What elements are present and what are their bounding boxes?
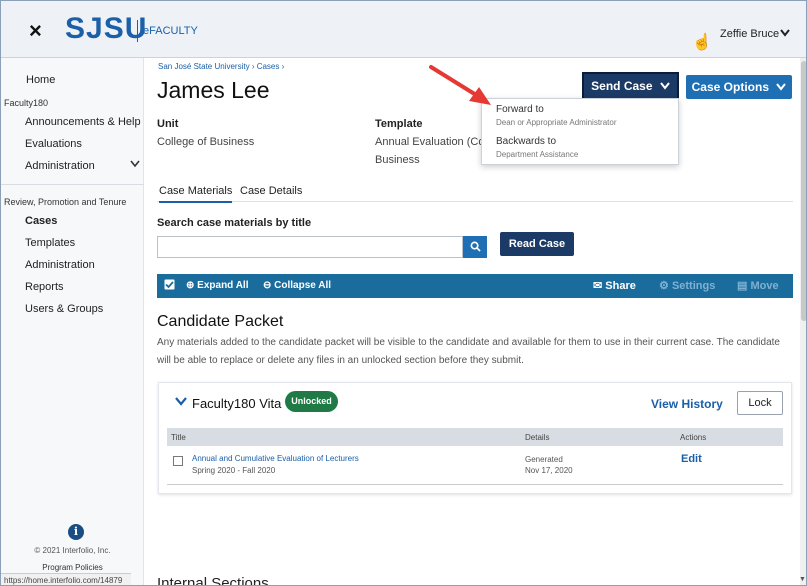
app-name: eFACULTY [143, 25, 198, 37]
scrollbar-thumb[interactable] [801, 61, 806, 321]
forward-subtitle: Dean or Appropriate Administrator [496, 118, 617, 127]
plus-circle-icon: ⊕ [186, 280, 195, 291]
sidebar-divider [1, 184, 144, 185]
row-subtitle: Spring 2020 - Fall 2020 [192, 466, 276, 475]
sidebar-item-home[interactable]: Home [26, 74, 55, 86]
search-icon [470, 241, 481, 252]
row-details-status: Generated [525, 455, 563, 464]
column-header-details: Details [525, 433, 550, 442]
send-case-button[interactable]: Send Case [582, 72, 679, 100]
backward-subtitle: Department Assistance [496, 150, 579, 159]
template-value-cont: Business [375, 154, 420, 166]
sidebar-item-templates[interactable]: Templates [25, 237, 75, 249]
search-input[interactable] [157, 236, 463, 258]
top-bar: × SJSU eFACULTY ☝ Zeffie Bruce [1, 1, 806, 58]
column-header-actions: Actions [680, 433, 707, 442]
candidate-packet-heading: Candidate Packet [157, 313, 284, 330]
column-header-title: Title [171, 433, 186, 442]
lock-button[interactable]: Lock [737, 391, 783, 415]
chevron-down-icon[interactable] [130, 159, 140, 171]
status-badge: Unlocked [285, 391, 338, 412]
page-title: James Lee [157, 77, 270, 103]
sidebar-item-administration[interactable]: Administration [25, 259, 95, 271]
collapse-all-label: Collapse All [274, 280, 332, 291]
select-all-checkbox[interactable] [164, 279, 175, 293]
case-options-label: Case Options [691, 80, 769, 94]
forward-title: Forward to [496, 104, 544, 115]
sidebar-item-faculty-administration[interactable]: Administration [25, 160, 95, 172]
send-case-dropdown: Forward to Dean or Appropriate Administr… [481, 98, 679, 165]
annotation-arrow-icon [429, 65, 491, 105]
expand-all-label: Expand All [197, 280, 249, 291]
settings-button[interactable]: ⚙ Settings [659, 279, 715, 292]
chevron-down-icon [776, 83, 787, 91]
search-label: Search case materials by title [157, 217, 312, 229]
sidebar-item-users-groups[interactable]: Users & Groups [25, 303, 103, 315]
view-history-link[interactable]: View History [651, 397, 723, 411]
logo-divider [137, 20, 138, 42]
sidebar-item-reports[interactable]: Reports [25, 281, 64, 293]
share-button[interactable]: ✉ Share [593, 279, 636, 292]
minus-circle-icon: ⊖ [263, 280, 272, 291]
chevron-down-icon[interactable] [780, 26, 790, 40]
gear-icon: ⚙ [659, 280, 669, 292]
case-options-button[interactable]: Case Options [686, 75, 792, 99]
sidebar-item-cases[interactable]: Cases [25, 215, 57, 227]
status-bar-url: https://home.interfolio.com/14879 [1, 573, 131, 585]
close-icon[interactable]: × [29, 18, 42, 44]
candidate-packet-description: Any materials added to the candidate pac… [157, 337, 780, 366]
sidebar-group-rpt: Review, Promotion and Tenure [4, 197, 127, 207]
internal-sections-heading: Internal Sections [157, 575, 269, 586]
row-edit-link[interactable]: Edit [681, 453, 702, 465]
scroll-down-icon[interactable]: ▼ [799, 576, 806, 583]
move-label: Move [750, 280, 779, 292]
read-case-button[interactable]: Read Case [500, 232, 574, 256]
hand-cursor-icon: ☝ [692, 34, 712, 51]
sidebar-item-announcements[interactable]: Announcements & Help [25, 116, 141, 128]
chevron-down-icon [660, 82, 670, 90]
row-divider [167, 484, 783, 485]
move-icon: ▤ [737, 280, 748, 292]
app-window: × SJSU eFACULTY ☝ Zeffie Bruce Home Facu… [0, 0, 807, 586]
sidebar-group-faculty180: Faculty180 [4, 98, 49, 108]
program-policies-link[interactable]: Program Policies [1, 563, 144, 572]
copyright-text: © 2021 Interfolio, Inc. [34, 546, 111, 555]
chevron-down-icon[interactable] [175, 393, 187, 409]
user-menu[interactable]: Zeffie Bruce [720, 28, 779, 40]
settings-label: Settings [671, 280, 716, 292]
row-details-date: Nov 17, 2020 [525, 466, 573, 475]
search-button[interactable] [463, 236, 487, 258]
row-title-link[interactable]: Annual and Cumulative Evaluation of Lect… [192, 454, 359, 463]
row-details: Generated Nov 17, 2020 [525, 454, 573, 476]
move-button[interactable]: ▤ Move [737, 279, 779, 292]
expand-all-button[interactable]: ⊕ Expand All [186, 280, 248, 291]
backward-title: Backwards to [496, 136, 557, 147]
vita-section-card: Faculty180 Vita Unlocked View History Lo… [158, 382, 792, 494]
unit-label: Unit [157, 118, 179, 130]
materials-toolbar: ⊕ Expand All ⊖ Collapse All ✉ Share ⚙ Se… [157, 274, 793, 298]
send-case-label: Send Case [591, 79, 653, 93]
row-checkbox[interactable] [173, 456, 183, 466]
collapse-all-button[interactable]: ⊖ Collapse All [263, 280, 331, 291]
sjsu-logo[interactable]: SJSU [65, 12, 147, 46]
tabs-divider [157, 201, 793, 202]
section-title: Faculty180 Vita [192, 396, 282, 411]
sidebar-item-evaluations[interactable]: Evaluations [25, 138, 82, 150]
unit-value: College of Business [157, 136, 255, 148]
breadcrumb[interactable]: San José State University › Cases › [158, 62, 284, 71]
template-label: Template [375, 118, 423, 130]
tab-case-details[interactable]: Case Details [240, 185, 302, 197]
share-label: Share [605, 280, 636, 292]
info-icon[interactable]: i [68, 524, 84, 540]
template-value: Annual Evaluation (Com [375, 136, 494, 148]
table-header: Title Details Actions [167, 428, 783, 446]
envelope-icon: ✉ [593, 280, 603, 292]
tab-case-materials[interactable]: Case Materials [159, 185, 233, 203]
sidebar: Home Faculty180 Announcements & Help Eva… [1, 58, 144, 585]
